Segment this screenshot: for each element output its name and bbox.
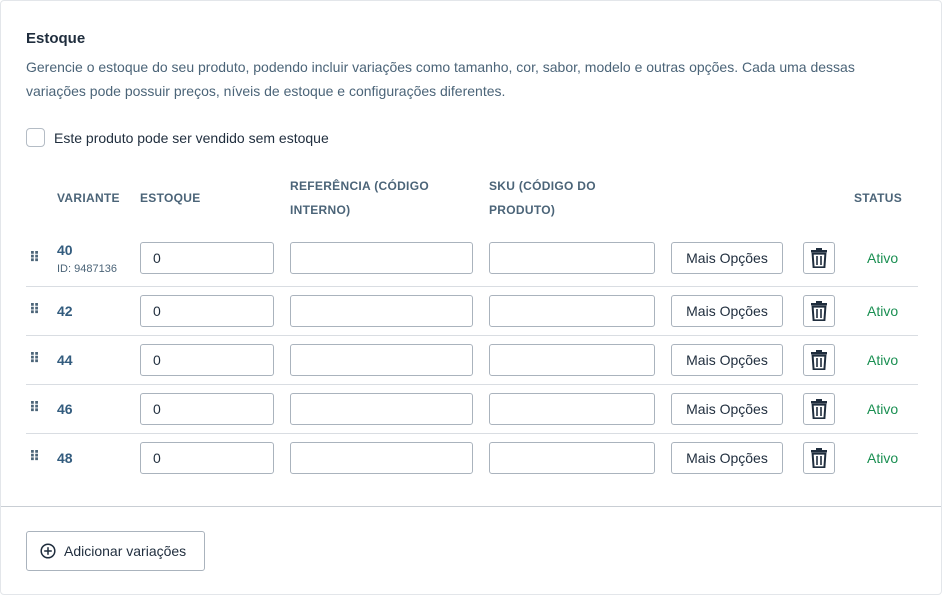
status-badge: Ativo (867, 303, 899, 319)
row-divider (26, 286, 918, 287)
drag-handle-icon[interactable]: ⠿ (29, 449, 40, 463)
delete-variant-button[interactable] (803, 344, 835, 376)
header-reference: REFERÊNCIA (CÓDIGO INTERNO) (290, 174, 429, 222)
stock-card: Estoque Gerencie o estoque do seu produt… (0, 0, 942, 595)
header-reference-line1: REFERÊNCIA (CÓDIGO (290, 179, 429, 193)
stock-input[interactable]: 0 (140, 442, 274, 474)
status-badge: Ativo (867, 250, 899, 266)
variant-name: 48 (57, 450, 73, 466)
reference-input[interactable] (290, 344, 473, 376)
reference-input[interactable] (290, 442, 473, 474)
variant-name: 42 (57, 303, 73, 319)
trash-icon (811, 301, 827, 321)
sku-input[interactable] (489, 344, 655, 376)
row-divider (26, 384, 918, 385)
more-options-button[interactable]: Mais Opções (671, 295, 783, 327)
reference-input[interactable] (290, 242, 473, 274)
status-badge: Ativo (867, 450, 899, 466)
stock-input[interactable]: 0 (140, 344, 274, 376)
sku-input[interactable] (489, 295, 655, 327)
delete-variant-button[interactable] (803, 442, 835, 474)
delete-variant-button[interactable] (803, 393, 835, 425)
footer-divider (1, 506, 941, 507)
more-options-button[interactable]: Mais Opções (671, 393, 783, 425)
delete-variant-button[interactable] (803, 295, 835, 327)
sell-without-stock-row[interactable]: Este produto pode ser vendido sem estoqu… (26, 128, 329, 147)
stock-input[interactable]: 0 (140, 295, 274, 327)
trash-icon (811, 448, 827, 468)
more-options-button[interactable]: Mais Opções (671, 242, 783, 274)
status-badge: Ativo (867, 352, 899, 368)
stock-input[interactable]: 0 (140, 393, 274, 425)
variant-name: 46 (57, 401, 73, 417)
header-status: STATUS (854, 191, 903, 205)
trash-icon (811, 248, 827, 268)
more-options-button[interactable]: Mais Opções (671, 344, 783, 376)
sku-input[interactable] (489, 393, 655, 425)
sku-input[interactable] (489, 442, 655, 474)
variant-name: 40 (57, 242, 73, 258)
header-sku-line2: PRODUTO) (489, 203, 556, 217)
reference-input[interactable] (290, 393, 473, 425)
header-reference-line2: INTERNO) (290, 203, 351, 217)
trash-icon (811, 350, 827, 370)
section-description: Gerencie o estoque do seu produto, poden… (26, 59, 855, 99)
header-sku-line1: SKU (CÓDIGO DO (489, 179, 596, 193)
sell-without-stock-checkbox[interactable] (26, 128, 45, 147)
drag-handle-icon[interactable]: ⠿ (29, 250, 40, 264)
drag-handle-icon[interactable]: ⠿ (29, 351, 40, 365)
stock-input[interactable]: 0 (140, 242, 274, 274)
header-stock: ESTOQUE (140, 191, 201, 205)
variant-name: 44 (57, 352, 73, 368)
header-variant: VARIANTE (57, 191, 120, 205)
row-divider (26, 335, 918, 336)
sku-input[interactable] (489, 242, 655, 274)
sell-without-stock-label: Este produto pode ser vendido sem estoqu… (54, 129, 329, 146)
delete-variant-button[interactable] (803, 242, 835, 274)
plus-circle-icon (40, 543, 56, 559)
drag-handle-icon[interactable]: ⠿ (29, 302, 40, 316)
header-sku: SKU (CÓDIGO DO PRODUTO) (489, 174, 596, 222)
reference-input[interactable] (290, 295, 473, 327)
drag-handle-icon[interactable]: ⠿ (29, 400, 40, 414)
add-variations-label: Adicionar variações (64, 543, 187, 559)
section-title: Estoque (26, 30, 86, 47)
variant-id: ID: 9487136 (57, 263, 117, 275)
status-badge: Ativo (867, 401, 899, 417)
trash-icon (811, 399, 827, 419)
more-options-button[interactable]: Mais Opções (671, 442, 783, 474)
row-divider (26, 433, 918, 434)
add-variations-button[interactable]: Adicionar variações (26, 531, 205, 571)
